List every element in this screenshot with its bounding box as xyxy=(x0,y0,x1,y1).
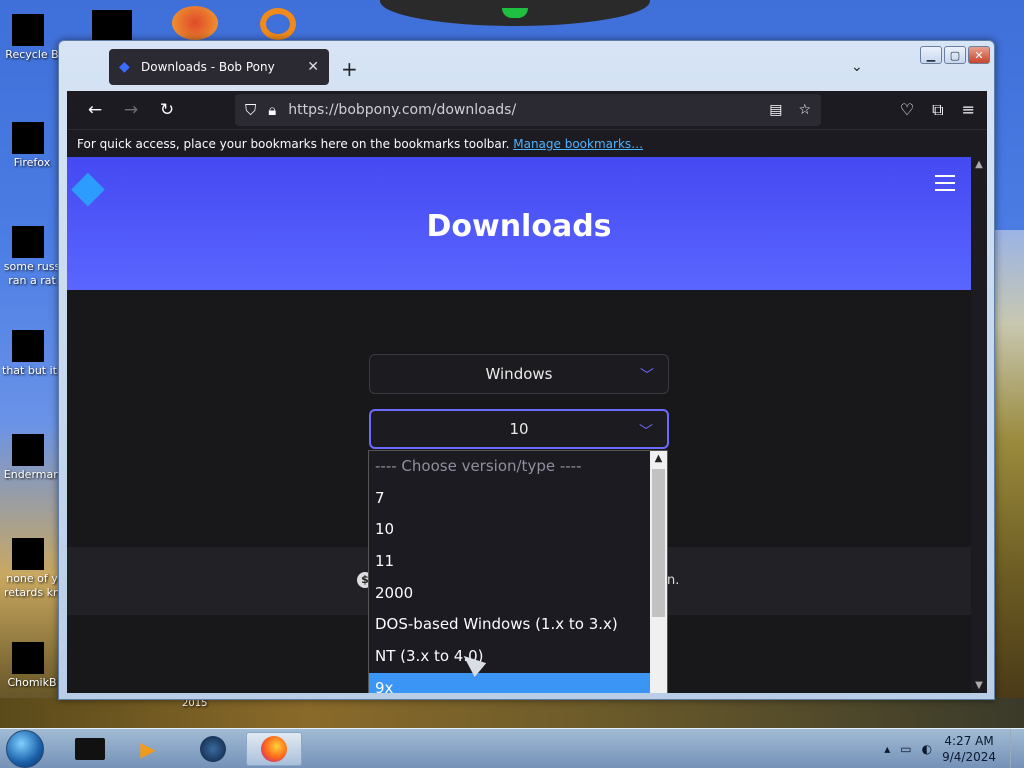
desktop-icon-label: Recycle B xyxy=(5,48,59,61)
tab-downloads[interactable]: ◆ Downloads - Bob Pony ✕ xyxy=(109,49,329,85)
dropdown-scroll-thumb[interactable] xyxy=(652,469,665,617)
clock[interactable]: 4:27 AM 9/4/2024 xyxy=(942,733,996,765)
globe-icon xyxy=(200,736,226,762)
wallpaper-logo xyxy=(380,0,650,26)
chevron-down-icon: ﹀ xyxy=(639,424,653,440)
bobpony-logo-icon[interactable]: ◆ xyxy=(71,163,119,211)
desktop-shortcut-icon xyxy=(12,112,52,154)
show-desktop-button[interactable] xyxy=(1010,729,1024,768)
desktop-icon-label: that but its xyxy=(2,364,62,377)
dropdown-option[interactable]: 9x xyxy=(369,672,651,693)
tab-title: Downloads - Bob Pony xyxy=(141,60,275,74)
bookmark-star-icon[interactable]: ☆ xyxy=(798,102,811,118)
page-scrollbar[interactable]: ▲ ▼ xyxy=(971,157,987,693)
hamburger-menu-icon[interactable] xyxy=(935,175,955,196)
desktop-icon[interactable]: Recycle B xyxy=(2,4,62,62)
reload-icon[interactable]: ↻ xyxy=(149,100,185,120)
desktop-icon[interactable]: ChomikB xyxy=(2,632,62,690)
network-icon[interactable]: ▭ xyxy=(900,742,911,756)
taskbar: ▶ ▴ ▭ ◐ 4:27 AM 9/4/2024 xyxy=(0,728,1024,768)
url-bar[interactable]: ⛉ 🔒︎ https://bobpony.com/downloads/ ▤ ☆ xyxy=(235,94,821,126)
volume-icon[interactable]: ◐ xyxy=(922,742,932,756)
desktop-icon-browser[interactable] xyxy=(172,6,218,40)
desktop-icon-label: Firefox xyxy=(13,156,51,169)
pocket-icon[interactable]: ♡ xyxy=(900,100,914,120)
desktop-icon-label: none of y xyxy=(6,572,58,585)
tab-close-icon[interactable]: ✕ xyxy=(307,59,319,75)
reader-view-icon[interactable]: ▤ xyxy=(769,102,782,118)
desktop-icon-label: ChomikB xyxy=(7,676,57,689)
page-title: Downloads xyxy=(426,209,612,244)
system-tray: ▴ ▭ ◐ 4:27 AM 9/4/2024 xyxy=(884,733,996,765)
dropdown-option[interactable]: 2000 xyxy=(369,578,651,610)
terminal-icon xyxy=(75,738,105,760)
start-button[interactable] xyxy=(6,730,44,768)
new-tab-button[interactable]: + xyxy=(341,57,358,81)
desktop-icon[interactable]: that but its xyxy=(2,320,62,378)
dropdown-option[interactable]: NT (3.x to 4.0) xyxy=(369,641,651,673)
firefox-icon xyxy=(261,736,287,762)
toolbar-right: ♡ ⧉ ≡ xyxy=(900,100,975,120)
desktop-shortcut-icon xyxy=(12,528,52,570)
url-text[interactable]: https://bobpony.com/downloads/ xyxy=(288,102,516,118)
desktop-shortcut-icon xyxy=(12,216,52,258)
os-select[interactable]: Windows ﹀ xyxy=(369,354,669,394)
version-select[interactable]: 10 ﹀ xyxy=(369,409,669,449)
desktop-shortcut-icon xyxy=(12,320,52,362)
info-text: n. xyxy=(667,573,680,588)
manage-bookmarks-link[interactable]: Manage bookmarks… xyxy=(513,137,643,151)
page-header: ◆ Downloads xyxy=(67,157,971,290)
tab-bar: ◆ Downloads - Bob Pony ✕ + ⌄ xyxy=(65,47,985,87)
clock-date: 9/4/2024 xyxy=(942,750,996,764)
dropdown-option[interactable]: 11 xyxy=(369,546,651,578)
desktop-icon[interactable]: Firefox xyxy=(2,112,62,170)
taskbar-app-media-player[interactable]: ▶ xyxy=(120,732,176,766)
app-menu-icon[interactable]: ≡ xyxy=(962,100,975,120)
lock-icon[interactable]: 🔒︎ xyxy=(268,101,276,119)
desktop-shortcut-icon xyxy=(12,424,52,466)
extensions-icon[interactable]: ⧉ xyxy=(932,100,943,120)
desktop-icon-label: Enderman xyxy=(3,468,61,481)
clock-time: 4:27 AM xyxy=(944,734,994,748)
desktop-icon-folder[interactable] xyxy=(92,10,132,40)
taskbar-app-firefox[interactable] xyxy=(246,732,302,766)
navigation-toolbar: ← → ↻ ⛉ 🔒︎ https://bobpony.com/downloads… xyxy=(67,91,987,129)
browser-window: ▁ ▢ ✕ ◆ Downloads - Bob Pony ✕ + ⌄ ← → ↻… xyxy=(58,40,995,700)
bobpony-favicon-icon: ◆ xyxy=(119,59,130,75)
dropdown-option[interactable]: 10 xyxy=(369,514,651,546)
dropdown-scrollbar[interactable]: ▲ ▼ xyxy=(650,451,667,693)
tray-expand-icon[interactable]: ▴ xyxy=(884,742,890,756)
chevron-down-icon: ﹀ xyxy=(640,368,654,384)
desktop-icon[interactable]: none of y retards kn xyxy=(2,528,62,600)
os-select-value: Windows xyxy=(485,365,553,383)
taskbar-app-globe[interactable] xyxy=(185,732,241,766)
scroll-up-icon[interactable]: ▲ xyxy=(971,159,987,170)
forward-icon[interactable]: → xyxy=(113,100,149,120)
page-viewport: ◆ Downloads Windows ﹀ 10 ﹀ $ n. ▲ ▼ ----… xyxy=(67,157,987,693)
desktop-icon-label: some russ xyxy=(3,260,61,273)
back-icon[interactable]: ← xyxy=(77,100,113,120)
version-select-value: 10 xyxy=(509,420,529,438)
desktop-shortcut-icon xyxy=(12,4,52,46)
scroll-down-icon[interactable]: ▼ xyxy=(971,680,987,691)
desktop-icon-label-line2: ran a rat xyxy=(8,274,56,287)
dropdown-option[interactable]: DOS-based Windows (1.x to 3.x) xyxy=(369,609,651,641)
media-player-icon: ▶ xyxy=(140,737,156,761)
bookmarks-hint: For quick access, place your bookmarks h… xyxy=(77,137,510,151)
version-dropdown-list[interactable]: ---- Choose version/type ---- 7 10 11 2000 DO… xyxy=(368,450,668,693)
bookmarks-toolbar: For quick access, place your bookmarks h… xyxy=(67,129,987,157)
desktop-wallpaper-ground xyxy=(0,698,1024,728)
desktop-icon-label-line2: retards kn xyxy=(4,586,60,599)
desktop-icon[interactable]: some russ ran a rat xyxy=(2,216,62,288)
taskbar-app-terminal[interactable] xyxy=(62,732,118,766)
list-tabs-button[interactable]: ⌄ xyxy=(851,59,863,75)
desktop-icon-app[interactable] xyxy=(260,8,296,40)
dropdown-option[interactable]: ---- Choose version/type ---- xyxy=(369,451,651,483)
tracking-shield-icon[interactable]: ⛉ xyxy=(245,101,256,119)
desktop-icon[interactable]: Enderman xyxy=(2,424,62,482)
desktop-shortcut-icon xyxy=(12,632,52,674)
dropdown-option[interactable]: 7 xyxy=(369,483,651,515)
scroll-up-icon[interactable]: ▲ xyxy=(650,453,667,464)
